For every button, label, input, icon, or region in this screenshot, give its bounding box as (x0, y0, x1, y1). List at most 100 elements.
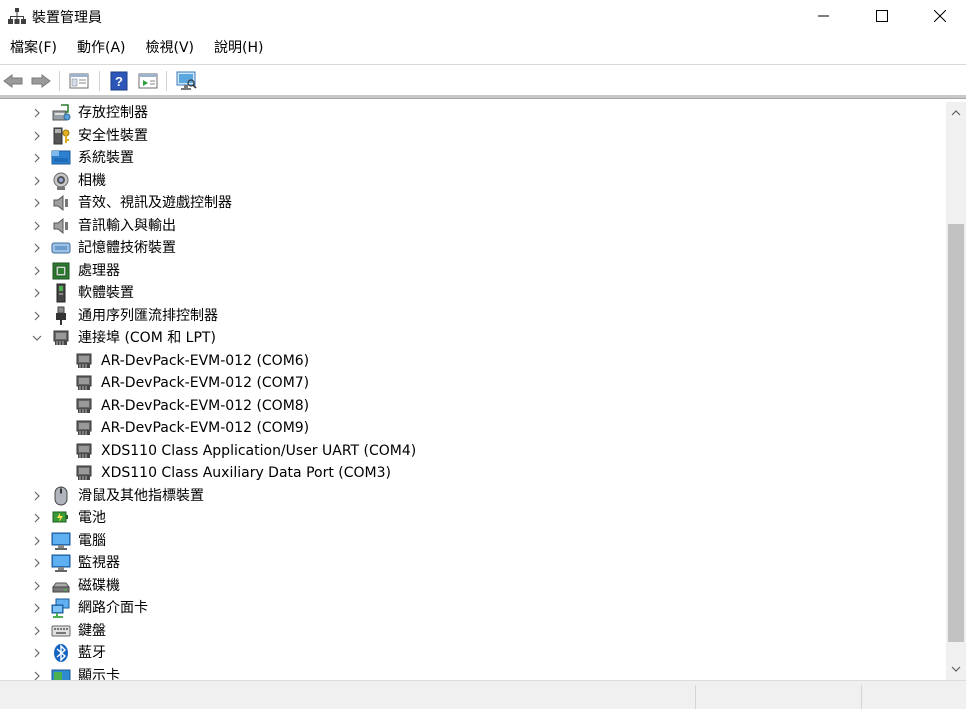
back-button[interactable] (2, 70, 24, 92)
forward-icon (31, 74, 51, 88)
tree-item-label: 系統裝置 (78, 150, 134, 166)
scroll-thumb[interactable] (948, 224, 964, 642)
chevron-right-icon[interactable] (32, 665, 42, 681)
tree-item-label: AR-DevPack-EVM-012 (COM8) (101, 397, 310, 414)
chevron-right-icon[interactable] (32, 237, 42, 259)
tree-category-item[interactable]: 音效、視訊及遊戲控制器 (0, 192, 940, 214)
show-hide-tree-icon (69, 73, 89, 89)
title-bar: 裝置管理員 (0, 0, 966, 32)
chevron-right-icon[interactable] (32, 215, 42, 237)
chevron-right-icon[interactable] (32, 305, 42, 327)
system-device-icon (51, 148, 71, 168)
menu-bar: 檔案(F) 動作(A) 檢視(V) 說明(H) (0, 36, 273, 60)
maximize-button[interactable] (853, 0, 911, 32)
chevron-right-icon[interactable] (32, 260, 42, 282)
chevron-right-icon[interactable] (32, 485, 42, 507)
tree-category-item[interactable]: 相機 (0, 170, 940, 192)
menu-view[interactable]: 檢視(V) (136, 36, 205, 60)
menu-help[interactable]: 說明(H) (204, 36, 273, 60)
chevron-right-icon[interactable] (32, 147, 42, 169)
tree-item-label: 鍵盤 (78, 622, 106, 639)
disk-drive-icon (51, 576, 71, 596)
tree-category-item[interactable]: 處理器 (0, 260, 940, 282)
menu-file[interactable]: 檔案(F) (0, 36, 67, 60)
tree-item-label: 處理器 (78, 262, 120, 279)
tree-category-item[interactable]: 網路介面卡 (0, 597, 940, 619)
chevron-right-icon[interactable] (32, 575, 42, 597)
tree-child-item[interactable]: AR-DevPack-EVM-012 (COM8) (0, 395, 940, 417)
tree-child-item[interactable]: AR-DevPack-EVM-012 (COM9) (0, 417, 940, 439)
tree-category-item[interactable]: 電池 (0, 507, 940, 529)
tree-item-label: 連接埠 (COM 和 LPT) (78, 330, 216, 346)
scroll-down-button[interactable] (946, 658, 966, 680)
tree-item-label: XDS110 Class Auxiliary Data Port (COM3) (101, 465, 391, 481)
maximize-icon (876, 10, 888, 22)
tree-item-label: 安全性裝置 (78, 127, 148, 144)
tree-item-label: 存放控制器 (78, 105, 148, 121)
tree-category-item[interactable]: 存放控制器 (0, 102, 940, 124)
help-button[interactable]: ? (108, 70, 130, 92)
tree-child-item[interactable]: AR-DevPack-EVM-012 (COM7) (0, 372, 940, 394)
tree-child-item[interactable]: XDS110 Class Auxiliary Data Port (COM3) (0, 462, 940, 484)
status-bar (0, 680, 966, 709)
tree-item-label: 音訊輸入與輸出 (78, 217, 176, 234)
chevron-right-icon[interactable] (32, 530, 42, 552)
tree-category-item[interactable]: 音訊輸入與輸出 (0, 215, 940, 237)
tree-category-item[interactable]: 記憶體技術裝置 (0, 237, 940, 259)
tree-item-label: 軟體裝置 (78, 285, 134, 301)
close-button[interactable] (911, 0, 966, 32)
device-tree[interactable]: 存放控制器安全性裝置系統裝置相機 音效、視訊及遊戲控制器音訊輸入與輸出記憶體技術裝… (0, 102, 946, 680)
minimize-button[interactable] (795, 0, 853, 32)
tree-category-item[interactable]: 通用序列匯流排控制器 (0, 305, 940, 327)
tree-child-item[interactable]: AR-DevPack-EVM-012 (COM6) (0, 350, 940, 372)
tree-category-item[interactable]: 監視器 (0, 552, 940, 574)
tree-category-item[interactable]: 磁碟機 (0, 575, 940, 597)
menu-action[interactable]: 動作(A) (67, 36, 136, 60)
chevron-right-icon[interactable] (32, 192, 42, 214)
chevron-right-icon[interactable] (32, 620, 42, 642)
tree-item-label: 磁碟機 (78, 577, 120, 594)
tree-category-item[interactable]: 軟體裝置 (0, 282, 940, 304)
window-title: 裝置管理員 (32, 10, 102, 26)
toolbar-divider (0, 95, 966, 99)
tree-item-label: AR-DevPack-EVM-012 (COM6) (101, 352, 310, 369)
properties-button[interactable] (137, 70, 159, 92)
chevron-right-icon[interactable] (32, 170, 42, 192)
sound-icon (51, 193, 71, 213)
scroll-up-button[interactable] (946, 102, 966, 124)
tree-category-item[interactable]: 顯示卡 (0, 665, 940, 681)
chevron-down-icon (951, 666, 961, 672)
device-manager-app-icon (8, 8, 26, 24)
processor-icon (51, 261, 71, 281)
tree-category-item[interactable]: 滑鼠及其他指標裝置 (0, 485, 940, 507)
memory-tech-icon (51, 238, 71, 258)
port-device-icon (74, 418, 94, 438)
tree-child-item[interactable]: XDS110 Class Application/User UART (COM4… (0, 440, 940, 462)
vertical-scrollbar[interactable] (946, 102, 966, 680)
chevron-down-icon[interactable] (32, 327, 42, 349)
computer-icon (51, 531, 71, 551)
scan-hardware-button[interactable] (176, 70, 198, 92)
chevron-right-icon[interactable] (32, 125, 42, 147)
port-device-icon (74, 351, 94, 371)
chevron-right-icon[interactable] (32, 552, 42, 574)
tree-category-item[interactable]: 電腦 (0, 530, 940, 552)
monitor-icon (51, 553, 71, 573)
tree-category-item[interactable]: 藍牙 (0, 642, 940, 664)
chevron-right-icon[interactable] (32, 642, 42, 664)
show-hide-tree-button[interactable] (68, 70, 90, 92)
tree-item-label: 網路介面卡 (78, 600, 148, 616)
scan-hardware-icon (176, 71, 197, 90)
chevron-right-icon[interactable] (32, 597, 42, 619)
chevron-right-icon[interactable] (32, 102, 42, 124)
tree-category-item[interactable]: 系統裝置 (0, 147, 940, 169)
forward-button[interactable] (30, 70, 52, 92)
tree-category-item[interactable]: 鍵盤 (0, 620, 940, 642)
port-device-icon (74, 396, 94, 416)
tree-item-label: AR-DevPack-EVM-012 (COM9) (101, 420, 310, 436)
chevron-right-icon[interactable] (32, 282, 42, 304)
tree-category-item[interactable]: 安全性裝置 (0, 125, 940, 147)
chevron-right-icon[interactable] (32, 507, 42, 529)
tree-item-label: 電腦 (78, 532, 106, 549)
tree-category-item[interactable]: 連接埠 (COM 和 LPT) (0, 327, 940, 349)
